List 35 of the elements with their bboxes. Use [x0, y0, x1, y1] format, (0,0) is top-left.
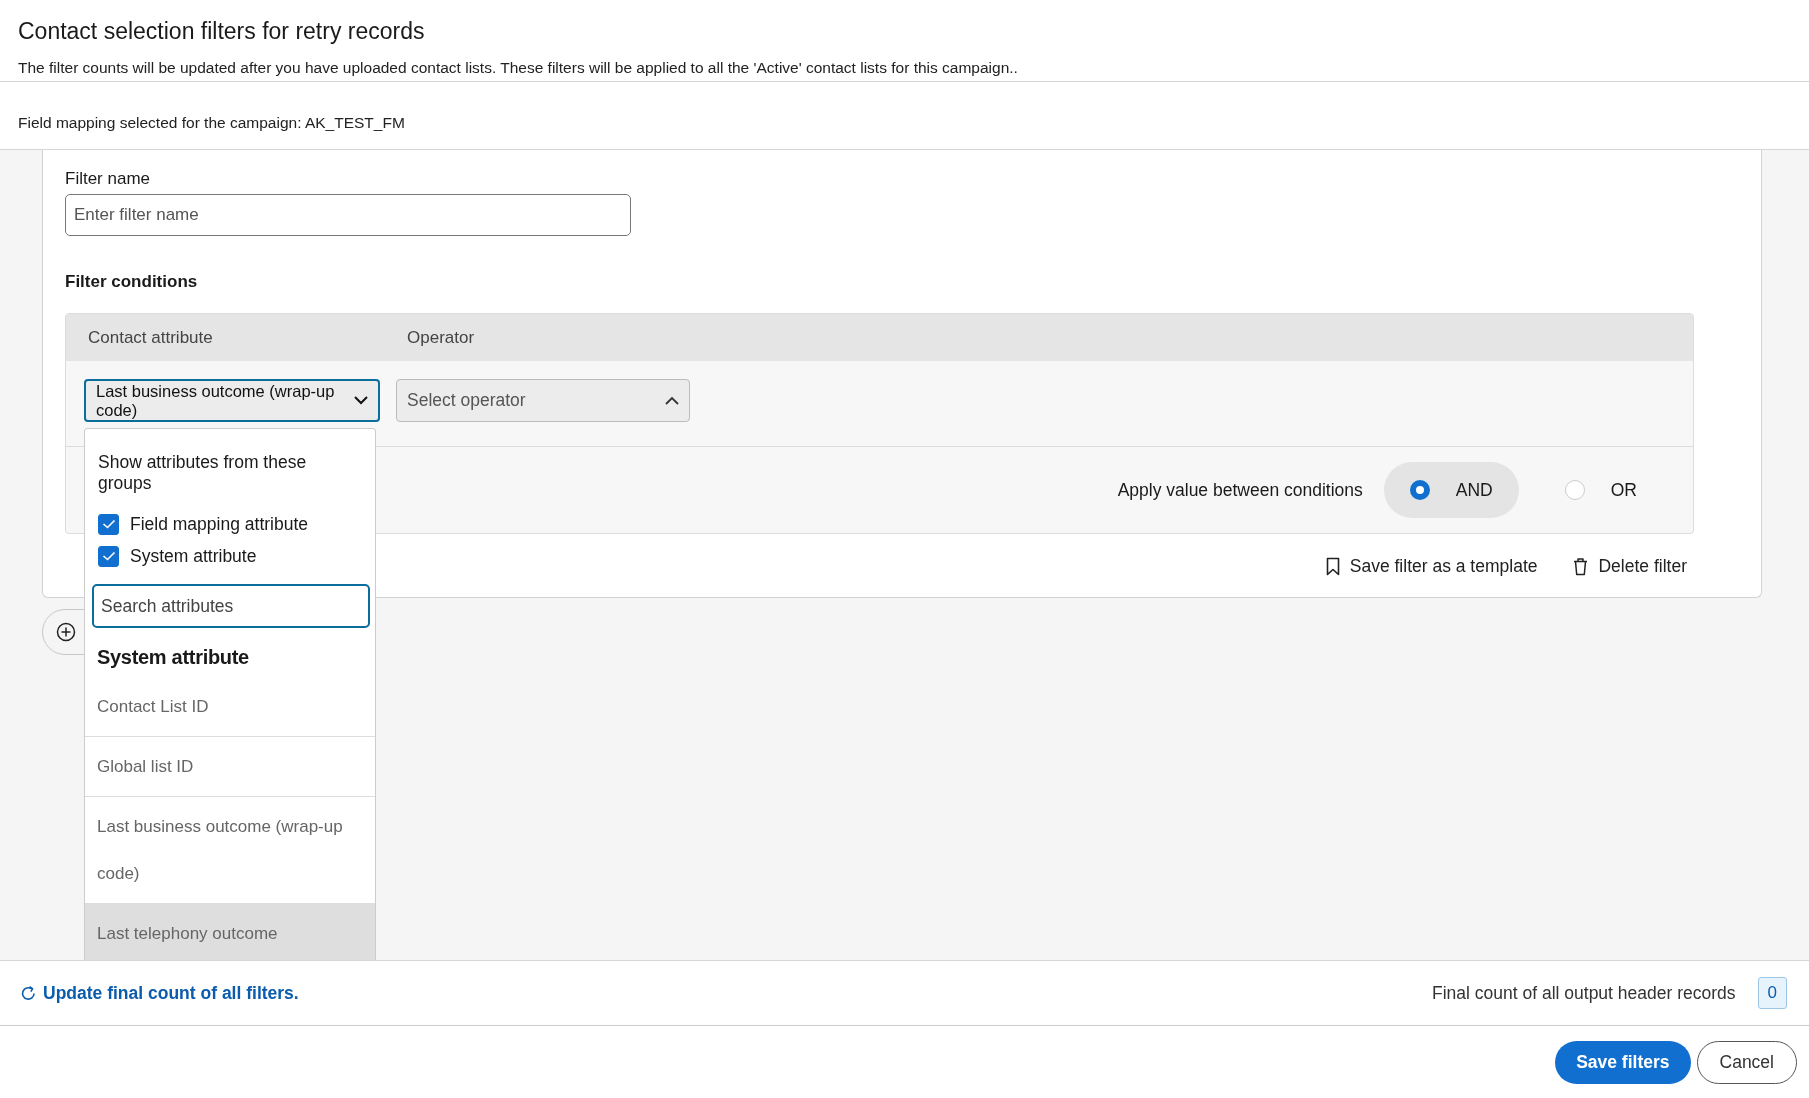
- refresh-icon: [20, 984, 37, 1002]
- attribute-option[interactable]: Contact List ID: [85, 677, 375, 737]
- operator-select[interactable]: Select operator: [396, 379, 690, 422]
- combine-label: Apply value between conditions: [1117, 479, 1363, 501]
- group-checkbox[interactable]: Field mapping attribute: [85, 508, 375, 540]
- filter-name-field[interactable]: Enter filter name: [65, 194, 631, 236]
- trash-icon: [1573, 557, 1589, 576]
- count-badge: 0: [1757, 977, 1787, 1009]
- save-button[interactable]: Save filters: [1555, 1040, 1691, 1084]
- save-template-button[interactable]: Save filter as a template: [1325, 556, 1538, 577]
- group-title: System attribute: [96, 645, 250, 670]
- attribute-select[interactable]: Last business outcome (wrap-up code): [84, 379, 380, 422]
- caret-down-icon: [354, 396, 368, 405]
- radio-icon: [1409, 480, 1430, 500]
- field-mapping-text: Field mapping selected for the campaign: AK_TEST_FM: [18, 114, 405, 131]
- bookmark-icon: [1325, 557, 1340, 576]
- radio-option[interactable]: AND: [1383, 462, 1519, 518]
- dropdown-heading: Show attributes from these groups: [97, 452, 308, 494]
- attribute-option[interactable]: Last telephony outcome: [85, 904, 375, 960]
- column-header: Operator: [407, 327, 475, 348]
- field-label: Filter name: [65, 169, 152, 189]
- cancel-button[interactable]: Cancel: [1696, 1040, 1797, 1084]
- radio-icon: [1564, 480, 1585, 500]
- radio-option[interactable]: OR: [1538, 462, 1663, 518]
- group-checkbox[interactable]: System attribute: [85, 540, 375, 572]
- update-count-link[interactable]: Update final count of all filters.: [20, 982, 299, 1004]
- search-field[interactable]: Search attributes: [92, 584, 370, 628]
- column-header: Contact attribute: [88, 327, 214, 348]
- page-description: The filter counts will be updated after you have uploaded contact lists. These filters will be applied to all the 'Active' contact lists for this campaign..: [18, 59, 1019, 77]
- attribute-option[interactable]: Global list ID: [85, 737, 375, 797]
- section-title: Filter conditions: [65, 272, 199, 292]
- page-title: Contact selection filters for retry records: [18, 18, 426, 45]
- plus-circle-icon: [56, 622, 76, 642]
- delete-filter-button[interactable]: Delete filter: [1573, 556, 1687, 577]
- count-label: Final count of all output header records: [1432, 982, 1736, 1004]
